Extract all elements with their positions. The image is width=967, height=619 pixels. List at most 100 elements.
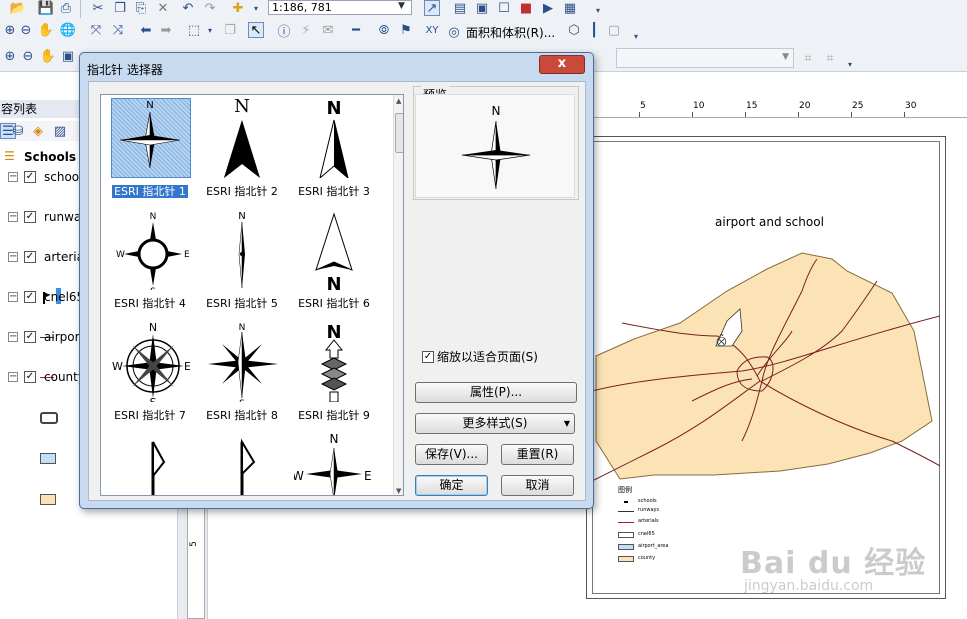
modelbuilder-icon[interactable]: ▦ bbox=[562, 0, 578, 16]
collapse-icon[interactable]: − bbox=[8, 332, 18, 342]
collapse-icon[interactable]: − bbox=[8, 372, 18, 382]
save-button[interactable]: 保存(V)... bbox=[415, 444, 488, 465]
zoom-whole-page-icon[interactable]: ▣ bbox=[60, 48, 76, 64]
print-icon[interactable]: ⎙ bbox=[58, 0, 74, 16]
style-item-11[interactable]: N bbox=[197, 433, 287, 495]
layer-checkbox[interactable]: ✓ bbox=[24, 251, 36, 263]
paste-icon[interactable]: ⎘ bbox=[133, 0, 149, 16]
legend-label: arterials bbox=[638, 518, 659, 524]
collapse-icon[interactable]: − bbox=[8, 172, 18, 182]
cut-icon[interactable]: ✂ bbox=[90, 0, 106, 16]
list-by-visibility-icon[interactable]: ◈ bbox=[30, 123, 46, 139]
map-scale-input[interactable]: 1:186, 781 bbox=[268, 0, 412, 15]
style-item-1[interactable]: N ESRI 指北针 1 bbox=[105, 97, 195, 207]
layout-pan-icon[interactable]: ✋ bbox=[40, 48, 56, 64]
open-folder-icon[interactable]: 📂 bbox=[10, 0, 26, 16]
clear-selection-icon[interactable]: ❐ bbox=[222, 22, 238, 38]
identify-icon[interactable]: ⓘ bbox=[276, 22, 292, 40]
gallery-scrollbar[interactable]: ▲ ▼ bbox=[393, 95, 403, 495]
hyperlink-icon[interactable]: ⚡ bbox=[298, 22, 314, 38]
save-icon[interactable]: 💾 bbox=[38, 0, 54, 16]
style-item-5[interactable]: N ESRI 指北针 5 bbox=[197, 209, 287, 319]
find-icon[interactable]: ⦾ bbox=[376, 22, 392, 38]
redo-icon[interactable]: ↷ bbox=[202, 0, 218, 16]
layer-checkbox[interactable]: ✓ bbox=[24, 371, 36, 383]
copy-icon[interactable]: ❐ bbox=[112, 0, 128, 16]
full-extent-icon[interactable]: 🌐 bbox=[60, 22, 76, 38]
arctoolbox-icon[interactable]: ■ bbox=[518, 0, 534, 16]
toc-window-icon[interactable]: ▤ bbox=[452, 0, 468, 16]
scroll-down-icon[interactable]: ▼ bbox=[396, 487, 401, 495]
html-popup-icon[interactable]: ✉ bbox=[320, 22, 336, 38]
toolbar3-options-icon[interactable]: ▾ bbox=[842, 56, 858, 72]
layout-zoom-in-icon[interactable]: ⊕ bbox=[2, 48, 18, 64]
volume-icon[interactable]: ◎ bbox=[446, 24, 462, 40]
grid-icon[interactable]: ⌗ bbox=[800, 50, 816, 66]
select-dropdown-icon[interactable]: ▾ bbox=[202, 22, 218, 38]
style-combo[interactable]: ▼ bbox=[616, 48, 794, 68]
style-label: ESRI 指北针 7 bbox=[114, 409, 186, 422]
python-icon[interactable]: ▶ bbox=[540, 0, 556, 16]
properties-button[interactable]: 属性(P)... bbox=[415, 382, 577, 403]
search-window-icon[interactable]: ☐ bbox=[496, 0, 512, 16]
scale-to-fit-option[interactable]: ✓ 缩放以适合页面(S) bbox=[422, 348, 538, 365]
list-by-source-icon[interactable]: ⛁ bbox=[10, 123, 26, 139]
more-styles-button[interactable]: 更多样式(S) ▼ bbox=[415, 413, 575, 434]
toolbar-options-icon[interactable]: ▾ bbox=[590, 2, 606, 18]
fixed-zoom-in-icon[interactable]: ⤧ bbox=[88, 22, 104, 38]
add-data-icon[interactable]: ✚ bbox=[230, 0, 246, 16]
layer-checkbox[interactable]: ✓ bbox=[24, 331, 36, 343]
watermark-sub: jingyan.baidu.com bbox=[744, 578, 874, 594]
fixed-zoom-out-icon[interactable]: ⤨ bbox=[110, 22, 126, 38]
area-volume-button[interactable]: 面积和体积(R)... bbox=[466, 24, 555, 41]
scale-to-fit-checkbox[interactable]: ✓ bbox=[422, 350, 434, 363]
add-data-dropdown-icon[interactable]: ▾ bbox=[248, 0, 264, 16]
profile-icon[interactable]: ┃ bbox=[586, 22, 602, 38]
watermark-main: Bai du 经验 bbox=[740, 546, 927, 581]
measure-icon[interactable]: ━ bbox=[348, 22, 364, 38]
list-by-selection-icon[interactable]: ▨ bbox=[52, 123, 68, 139]
compass-letter: N bbox=[238, 211, 245, 222]
scroll-up-icon[interactable]: ▲ bbox=[396, 97, 401, 105]
scroll-thumb[interactable] bbox=[395, 113, 403, 153]
style-item-3[interactable]: N ESRI 指北针 3 bbox=[289, 97, 379, 207]
guides-icon[interactable]: ⌗ bbox=[822, 50, 838, 66]
forward-extent-icon[interactable]: ➡ bbox=[158, 22, 174, 38]
collapse-icon[interactable]: − bbox=[8, 252, 18, 262]
layer-checkbox[interactable]: ✓ bbox=[24, 171, 36, 183]
scale-dropdown-icon[interactable]: ▼ bbox=[398, 1, 405, 11]
3d-analyst-icon[interactable]: ⬡ bbox=[566, 22, 582, 38]
close-button[interactable]: x bbox=[539, 55, 585, 74]
zoom-out-icon[interactable]: ⊖ bbox=[18, 22, 34, 38]
style-gallery[interactable]: N ESRI 指北针 1 N ESRI 指北针 2 N ESRI 指北针 3 N… bbox=[100, 94, 404, 496]
catalog-icon[interactable]: ▣ bbox=[474, 0, 490, 16]
layer-checkbox[interactable]: ✓ bbox=[24, 291, 36, 303]
go-to-xy-icon[interactable]: XY bbox=[424, 22, 440, 38]
style-item-7[interactable]: N S W E ESRI 指北针 7 bbox=[105, 321, 195, 431]
ok-button[interactable]: 确定 bbox=[415, 475, 488, 496]
zoom-in-icon[interactable]: ⊕ bbox=[2, 22, 18, 38]
layer-checkbox[interactable]: ✓ bbox=[24, 211, 36, 223]
back-extent-icon[interactable]: ⬅ bbox=[138, 22, 154, 38]
style-item-10[interactable] bbox=[105, 433, 195, 495]
style-item-6[interactable]: N ESRI 指北针 6 bbox=[289, 209, 379, 319]
style-item-4[interactable]: N S W E ESRI 指北针 4 bbox=[105, 209, 195, 319]
toolbar2-options-icon[interactable]: ▾ bbox=[628, 28, 644, 44]
cancel-button[interactable]: 取消 bbox=[501, 475, 574, 496]
delete-icon[interactable]: ✕ bbox=[155, 0, 171, 16]
layout-zoom-out-icon[interactable]: ⊖ bbox=[20, 48, 36, 64]
line-of-sight-icon[interactable]: ▢ bbox=[606, 22, 622, 38]
pan-icon[interactable]: ✋ bbox=[38, 22, 54, 38]
select-features-icon[interactable]: ⬚ bbox=[186, 22, 202, 38]
editor-icon[interactable]: ↗ bbox=[424, 0, 440, 16]
style-item-12[interactable]: N W E bbox=[289, 433, 379, 495]
reset-button[interactable]: 重置(R) bbox=[501, 444, 574, 465]
undo-icon[interactable]: ↶ bbox=[180, 0, 196, 16]
collapse-icon[interactable]: − bbox=[8, 212, 18, 222]
style-item-9[interactable]: N ESRI 指北针 9 bbox=[289, 321, 379, 431]
select-elements-icon[interactable]: ↖ bbox=[248, 22, 264, 38]
collapse-icon[interactable]: − bbox=[8, 292, 18, 302]
style-item-2[interactable]: N ESRI 指北针 2 bbox=[197, 97, 287, 207]
style-item-8[interactable]: N S ESRI 指北针 8 bbox=[197, 321, 287, 431]
find-route-icon[interactable]: ⚑ bbox=[398, 22, 414, 38]
